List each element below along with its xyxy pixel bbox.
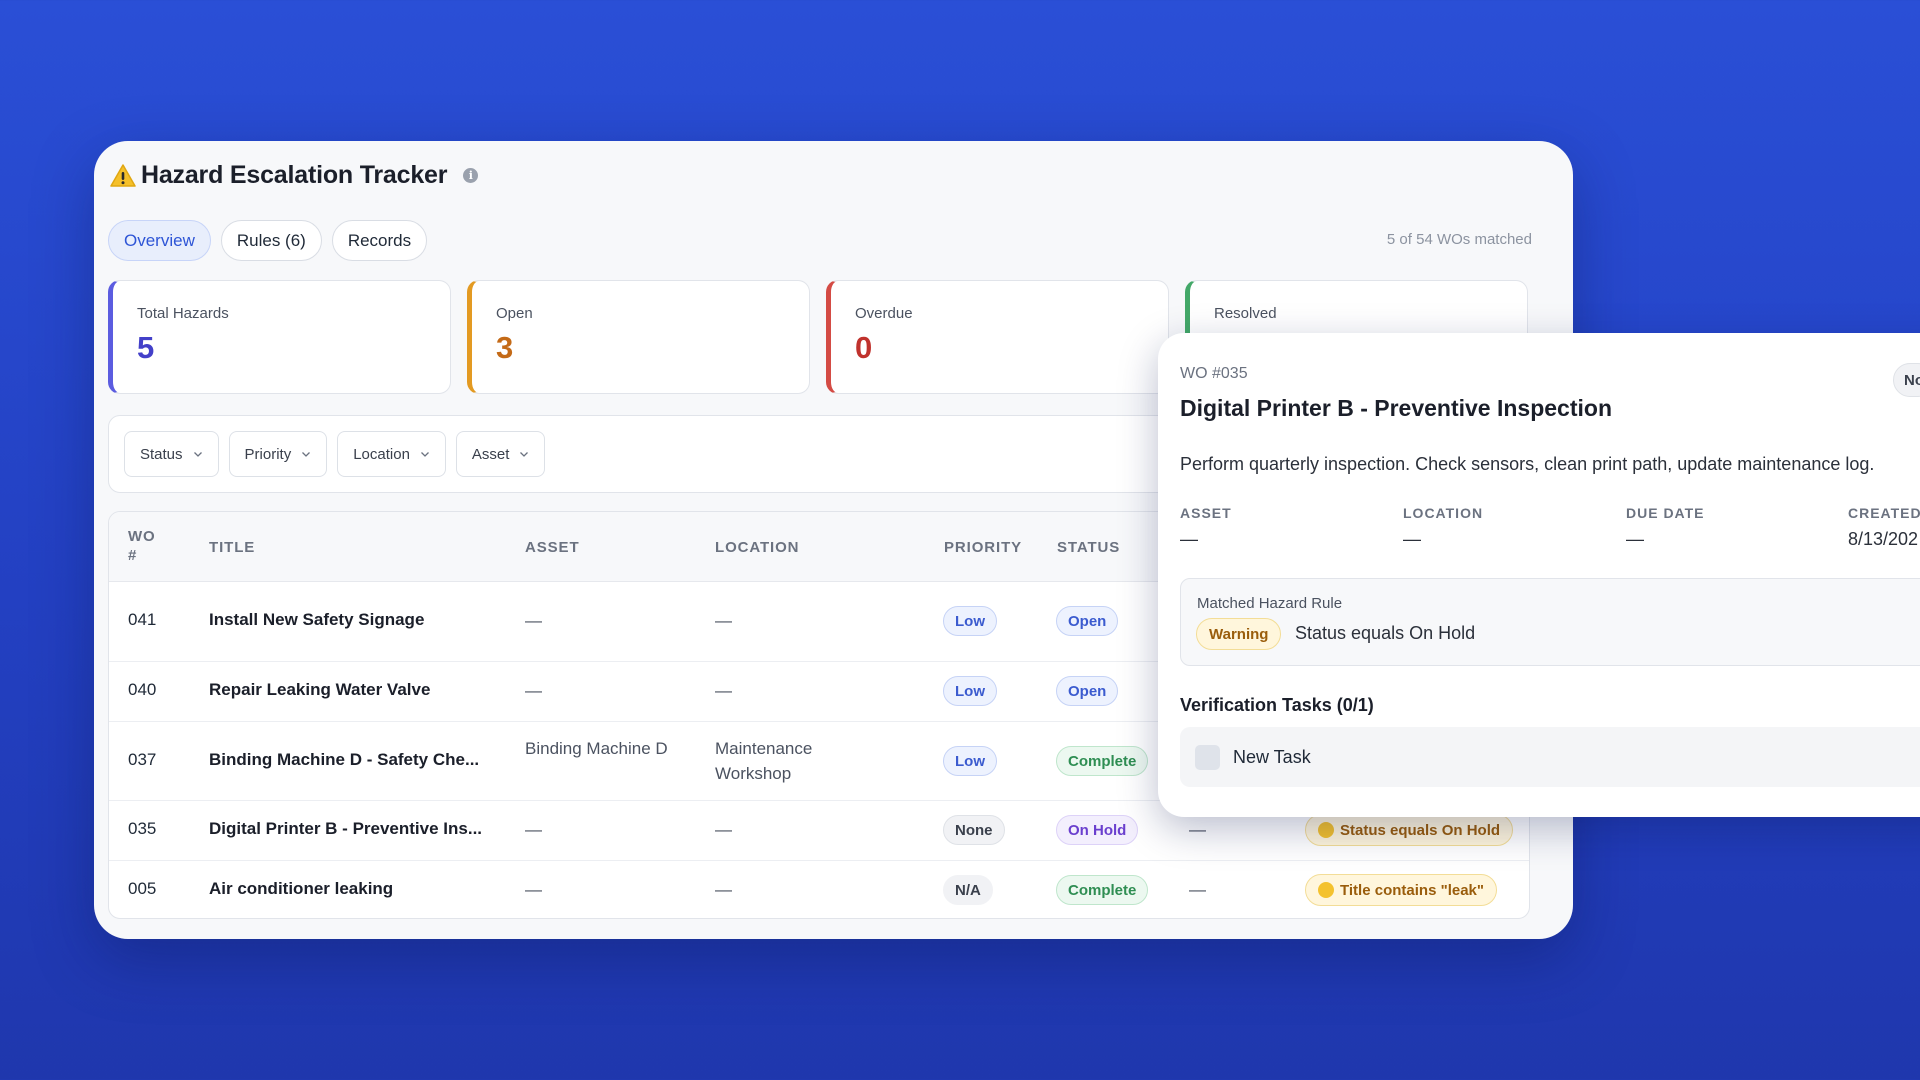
wo-asset: Binding Machine D	[525, 739, 668, 758]
wo-location: Maintenance Workshop	[715, 739, 813, 783]
matched-hazard-rule-box: Matched Hazard Rule Warning Status equal…	[1180, 578, 1920, 666]
filter-label: Location	[353, 445, 410, 463]
status-badge: On Hold	[1056, 815, 1139, 845]
detail-description: Perform quarterly inspection. Check sens…	[1180, 454, 1875, 474]
priority-badge: Low	[943, 606, 997, 636]
matched-count: 5 of 54 WOs matched	[1386, 231, 1532, 248]
stat-value: 3	[496, 330, 514, 365]
filter-label: Asset	[471, 445, 510, 463]
stat-label: Total Hazards	[137, 305, 229, 322]
chevron-down-icon	[420, 452, 429, 457]
matched-rule-badge: Status equals On Hold	[1305, 814, 1514, 846]
filter-priority[interactable]: Priority	[228, 431, 328, 477]
stat-label: Resolved	[1214, 305, 1277, 322]
filter-location[interactable]: Location	[337, 431, 446, 477]
task-checkbox[interactable]	[1195, 745, 1220, 770]
matched-rule-text: Status equals On Hold	[1295, 623, 1476, 643]
stat-total-hazards: Total Hazards 5	[108, 280, 451, 394]
column-header-priority[interactable]: PRIORITY	[944, 539, 1022, 556]
wo-title: Install New Safety Signage	[209, 610, 425, 629]
wo-asset: —	[525, 880, 542, 899]
stat-label: Open	[496, 305, 533, 322]
wo-title: Air conditioner leaking	[209, 879, 394, 898]
priority-badge: Low	[943, 746, 997, 776]
tab-overview[interactable]: Overview	[108, 220, 211, 261]
wo-title: Binding Machine D - Safety Che...	[209, 750, 480, 769]
wo-asset: —	[525, 820, 542, 839]
matched-rule-text: Title contains "leak"	[1340, 881, 1484, 899]
chevron-down-icon	[193, 452, 202, 457]
field-label-location: LOCATION	[1403, 505, 1484, 521]
filter-label: Status	[140, 445, 183, 463]
due-date: —	[1189, 820, 1206, 839]
stat-overdue: Overdue 0	[826, 280, 1169, 394]
column-header-title[interactable]: TITLE	[209, 539, 255, 556]
verification-task-item[interactable]: New Task	[1180, 727, 1920, 787]
priority-badge: None	[943, 815, 1005, 845]
wo-number: 040	[128, 680, 157, 699]
severity-badge: Warning	[1196, 618, 1282, 650]
wo-asset: —	[525, 611, 542, 630]
view-tabs: Overview Rules (6) Records	[108, 220, 428, 261]
filter-status[interactable]: Status	[124, 431, 219, 477]
field-value-created: 8/13/202	[1848, 529, 1919, 549]
detail-priority-badge: No	[1893, 363, 1920, 397]
due-date: —	[1189, 880, 1206, 899]
field-value-due-date: —	[1626, 529, 1644, 549]
matched-rule-label: Matched Hazard Rule	[1197, 595, 1343, 612]
status-badge: Complete	[1056, 746, 1149, 776]
page-header: Hazard Escalation Tracker i	[109, 161, 479, 190]
detail-wo-number: WO #035	[1180, 365, 1248, 382]
wo-location: —	[715, 611, 732, 630]
wo-title: Repair Leaking Water Valve	[209, 680, 431, 699]
priority-badge: N/A	[943, 875, 993, 905]
status-badge: Open	[1056, 606, 1119, 636]
chevron-down-icon	[520, 452, 529, 457]
table-row[interactable]: 005 Air conditioner leaking — — N/A Comp…	[109, 861, 1529, 918]
detail-title: Digital Printer B - Preventive Inspectio…	[1180, 395, 1612, 421]
wo-location: —	[715, 681, 732, 700]
tab-records[interactable]: Records	[331, 220, 428, 261]
page-title: Hazard Escalation Tracker	[141, 161, 448, 189]
field-label-due-date: DUE DATE	[1626, 505, 1705, 521]
field-label-created: CREATED	[1848, 505, 1920, 521]
warning-icon	[110, 163, 136, 187]
chevron-down-icon	[302, 452, 311, 457]
column-header-status[interactable]: STATUS	[1057, 539, 1120, 556]
wo-location: —	[715, 820, 732, 839]
status-badge: Complete	[1056, 875, 1149, 905]
stat-label: Overdue	[855, 305, 913, 322]
wo-number: 037	[128, 750, 157, 769]
filter-asset[interactable]: Asset	[455, 431, 546, 477]
info-icon[interactable]: i	[463, 168, 479, 183]
matched-rule-badge: Title contains "leak"	[1305, 874, 1497, 906]
column-header-location[interactable]: LOCATION	[715, 539, 799, 556]
warning-dot-icon	[1318, 882, 1334, 898]
wo-number: 041	[128, 610, 157, 629]
task-label: New Task	[1233, 747, 1311, 767]
field-value-asset: —	[1180, 529, 1198, 549]
field-label-asset: ASSET	[1180, 505, 1232, 521]
matched-rule-text: Status equals On Hold	[1340, 821, 1501, 839]
stat-value: 0	[855, 330, 873, 365]
work-order-detail-panel: WO #035 Digital Printer B - Preventive I…	[1158, 333, 1920, 817]
wo-number: 005	[128, 879, 157, 898]
wo-title: Digital Printer B - Preventive Ins...	[209, 819, 483, 838]
status-badge: Open	[1056, 676, 1119, 706]
tab-rules[interactable]: Rules (6)	[220, 220, 322, 261]
stat-value: 5	[137, 330, 155, 365]
verification-tasks-title: Verification Tasks (0/1)	[1180, 695, 1374, 715]
warning-dot-icon	[1318, 822, 1334, 838]
wo-location: —	[715, 880, 732, 899]
stat-open: Open 3	[467, 280, 810, 394]
wo-number: 035	[128, 819, 157, 838]
column-header-wo[interactable]: WO #	[128, 527, 168, 565]
priority-badge: Low	[943, 676, 997, 706]
filter-label: Priority	[244, 445, 292, 463]
field-value-location: —	[1403, 529, 1421, 549]
wo-asset: —	[525, 681, 542, 700]
column-header-asset[interactable]: ASSET	[525, 539, 580, 556]
